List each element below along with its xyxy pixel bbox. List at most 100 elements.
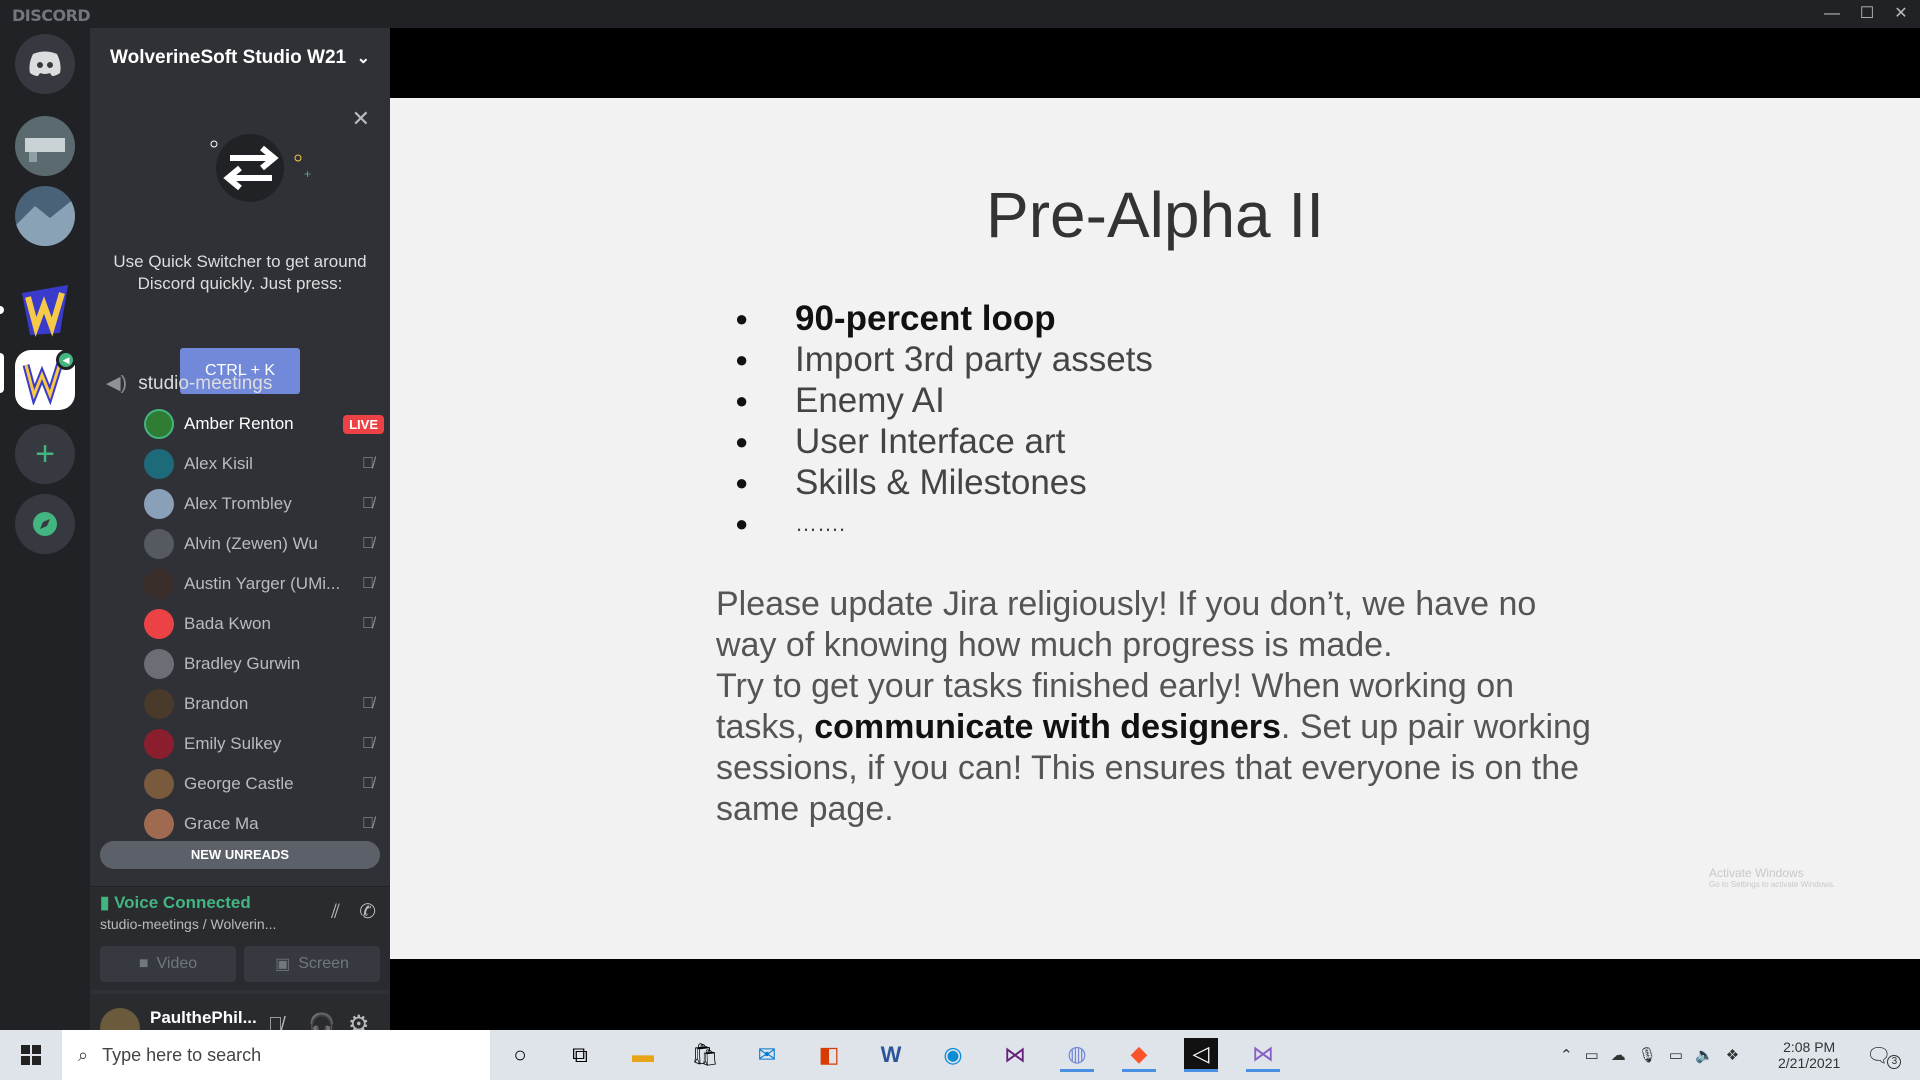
- volume-icon[interactable]: 🔈: [1695, 1046, 1714, 1064]
- activate-title: Activate Windows: [1709, 866, 1804, 880]
- member-austin-yarger[interactable]: Austin Yarger (UMi... 🎙̸: [144, 566, 384, 602]
- mic-muted-icon: 🎙̸: [362, 815, 374, 832]
- mic-muted-icon: 🎙̸: [362, 775, 374, 792]
- screen-share-button[interactable]: ▣ Screen: [244, 946, 380, 982]
- unread-pill: [0, 306, 4, 314]
- member-name: Bada Kwon: [184, 614, 271, 633]
- mic-muted-icon: 🎙̸: [362, 615, 374, 632]
- avatar: [144, 449, 174, 479]
- avatar: [144, 729, 174, 759]
- mic-muted-icon: 🎙̸: [362, 575, 374, 592]
- chevron-up-icon[interactable]: ⌃: [1560, 1046, 1573, 1064]
- voice-channel-studio-meetings[interactable]: ◀) studio-meetings: [100, 372, 380, 394]
- meet-now-icon[interactable]: ▭: [1585, 1046, 1599, 1064]
- system-tray: ⌃ ▭ ☁ 🎙 ▭ 🔈 ❖: [1560, 1030, 1739, 1080]
- screen-label: Screen: [298, 955, 349, 972]
- visual-studio-icon[interactable]: ⋈: [998, 1038, 1032, 1072]
- discord-home-icon[interactable]: [15, 34, 75, 94]
- close-window-button[interactable]: ✕: [1884, 2, 1918, 26]
- wolverinesoft-server-icon[interactable]: [15, 280, 75, 340]
- paragraph-bold: communicate with designers: [814, 708, 1281, 746]
- member-bada-kwon[interactable]: Bada Kwon 🎙̸: [144, 606, 384, 642]
- member-george-castle[interactable]: George Castle 🎙̸: [144, 766, 384, 802]
- screen-icon: ▣: [275, 956, 291, 973]
- selected-pill: [0, 353, 4, 393]
- avatar: [144, 809, 174, 839]
- member-bradley-gurwin[interactable]: Bradley Gurwin: [144, 646, 384, 682]
- speaker-icon: ◀: [56, 350, 76, 370]
- bullet-item: User Interface art: [735, 421, 1153, 462]
- edge-icon[interactable]: ◉: [936, 1038, 970, 1072]
- clock[interactable]: 2:08 PM 2/21/2021: [1778, 1030, 1840, 1080]
- avatar: [144, 649, 174, 679]
- presentation-slide: Pre-Alpha II 90-percent loop Import 3rd …: [390, 98, 1920, 959]
- clock-date: 2/21/2021: [1778, 1055, 1841, 1071]
- svg-text:+: +: [304, 167, 311, 181]
- brave-icon[interactable]: ◆: [1122, 1038, 1156, 1072]
- member-emily-sulkey[interactable]: Emily Sulkey 🎙̸: [144, 726, 384, 762]
- member-amber-renton[interactable]: Amber Renton LIVE: [144, 406, 384, 442]
- member-name: Alvin (Zewen) Wu: [184, 534, 318, 553]
- search-placeholder: Type here to search: [102, 1044, 262, 1065]
- mail-icon[interactable]: ✉: [750, 1038, 784, 1072]
- video-button[interactable]: ■ Video: [100, 946, 236, 982]
- battery-icon[interactable]: ▭: [1669, 1046, 1683, 1064]
- taskbar-search-box[interactable]: ⌕ Type here to search: [62, 1030, 490, 1080]
- stream-view[interactable]: Pre-Alpha II 90-percent loop Import 3rd …: [390, 28, 1920, 1030]
- disconnect-icon[interactable]: ✆: [359, 899, 376, 924]
- slide-title: Pre-Alpha II: [986, 179, 1324, 251]
- noise-suppression-icon[interactable]: ⫽: [331, 901, 340, 924]
- windows-taskbar: ⌕ Type here to search ○ ⧉ ▬ 🛍 ✉ ◧ W ◉ ⋈ …: [0, 1030, 1920, 1080]
- voice-connected-panel: ▮ Voice Connected studio-meetings / Wolv…: [90, 886, 390, 938]
- discord-taskbar-icon[interactable]: ◍: [1060, 1038, 1094, 1072]
- minimize-button[interactable]: —: [1815, 2, 1849, 26]
- unity-icon[interactable]: ◁: [1184, 1038, 1218, 1072]
- member-name: Bradley Gurwin: [184, 654, 301, 673]
- bullet-text: Import 3rd party assets: [795, 340, 1153, 379]
- maximize-button[interactable]: ☐: [1850, 2, 1884, 26]
- member-grace-ma[interactable]: Grace Ma 🎙̸: [144, 806, 384, 842]
- cortana-icon[interactable]: ○: [503, 1038, 537, 1072]
- microphone-icon[interactable]: 🎙: [1638, 1046, 1657, 1064]
- onedrive-icon[interactable]: ☁: [1611, 1046, 1626, 1064]
- visual-studio-running-icon[interactable]: ⋈: [1246, 1038, 1280, 1072]
- bullet-item: Import 3rd party assets: [735, 339, 1153, 380]
- word-icon[interactable]: W: [874, 1038, 908, 1072]
- search-icon: ⌕: [78, 1044, 89, 1065]
- bullet-text: Skills & Milestones: [795, 463, 1087, 502]
- windows-start-icon[interactable]: [14, 1038, 48, 1072]
- server-list: ◀ +: [0, 28, 90, 1030]
- store-icon[interactable]: 🛍: [688, 1038, 722, 1072]
- server-icon-2[interactable]: [15, 186, 75, 246]
- file-explorer-icon[interactable]: ▬: [626, 1038, 660, 1072]
- new-unreads-bar[interactable]: NEW UNREADS: [100, 841, 380, 869]
- speaker-icon: ◀): [106, 373, 127, 394]
- member-alvin-wu[interactable]: Alvin (Zewen) Wu 🎙̸: [144, 526, 384, 562]
- member-brandon[interactable]: Brandon 🎙̸: [144, 686, 384, 722]
- server-icon-1[interactable]: [15, 116, 75, 176]
- avatar: [144, 529, 174, 559]
- notifications-icon[interactable]: 🗨 3: [1866, 1030, 1902, 1080]
- explore-compass-icon[interactable]: [15, 494, 75, 554]
- bullet-text: 90-percent loop: [795, 299, 1056, 338]
- member-alex-trombley[interactable]: Alex Trombley 🎙̸: [144, 486, 384, 522]
- activate-subtitle: Go to Settings to activate Windows.: [1709, 880, 1836, 889]
- signal-icon: ▮: [100, 893, 110, 912]
- mic-muted-icon: 🎙̸: [362, 495, 374, 512]
- mic-muted-icon: 🎙̸: [362, 735, 374, 752]
- server-header[interactable]: WolverineSoft Studio W21 ⌄: [90, 28, 390, 88]
- channel-name: studio-meetings: [138, 373, 273, 394]
- task-view-icon[interactable]: ⧉: [563, 1038, 597, 1072]
- bullet-item: Skills & Milestones: [735, 462, 1153, 503]
- live-badge: LIVE: [343, 414, 384, 434]
- member-alex-kisil[interactable]: Alex Kisil 🎙̸: [144, 446, 384, 482]
- camera-icon: ■: [138, 955, 149, 972]
- quick-switcher-line1: Use Quick Switcher to get around: [113, 252, 367, 271]
- office-icon[interactable]: ◧: [812, 1038, 846, 1072]
- add-server-icon[interactable]: +: [15, 424, 75, 484]
- member-name: Austin Yarger (UMi...: [184, 574, 341, 593]
- close-icon[interactable]: ✕: [352, 106, 370, 132]
- dropbox-icon[interactable]: ❖: [1726, 1046, 1739, 1064]
- member-name: Alex Trombley: [184, 494, 292, 513]
- bullet-item: Enemy AI: [735, 380, 1153, 421]
